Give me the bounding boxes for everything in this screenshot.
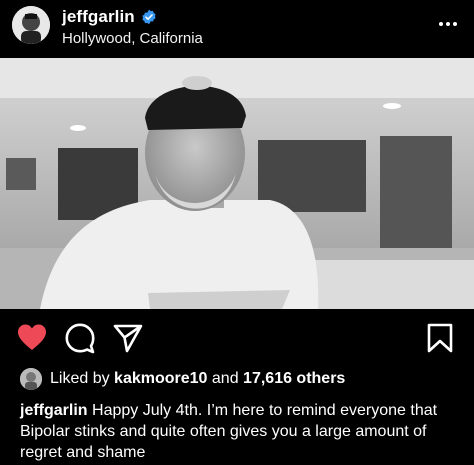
verified-badge-icon bbox=[142, 9, 156, 25]
likes-count[interactable]: 17,616 others bbox=[243, 370, 345, 387]
heart-icon[interactable] bbox=[16, 322, 48, 354]
likes-prefix: Liked by bbox=[50, 370, 110, 387]
send-icon[interactable] bbox=[112, 322, 144, 354]
post-username[interactable]: jeffgarlin bbox=[62, 7, 157, 27]
username-text[interactable]: jeffgarlin bbox=[62, 7, 135, 27]
more-options-icon[interactable] bbox=[436, 12, 460, 36]
profile-avatar[interactable] bbox=[12, 6, 50, 44]
likes-text: Liked by kakmoore10 and 17,616 others bbox=[50, 370, 345, 388]
post-header: jeffgarlin Hollywood, California bbox=[0, 0, 474, 56]
post-photo[interactable] bbox=[0, 58, 474, 309]
liker-avatar bbox=[20, 368, 42, 390]
post-location[interactable]: Hollywood, California bbox=[62, 30, 203, 47]
post-actions bbox=[0, 316, 474, 360]
liker-username[interactable]: kakmoore10 bbox=[114, 370, 207, 387]
comment-icon[interactable] bbox=[64, 322, 96, 354]
caption-username[interactable]: jeffgarlin bbox=[20, 402, 88, 419]
likes-and: and bbox=[211, 370, 239, 387]
bookmark-icon[interactable] bbox=[424, 322, 456, 354]
post-caption: jeffgarlin Happy July 4th. I’m here to r… bbox=[20, 400, 460, 463]
likes-summary[interactable]: Liked by kakmoore10 and 17,616 others bbox=[20, 368, 345, 390]
